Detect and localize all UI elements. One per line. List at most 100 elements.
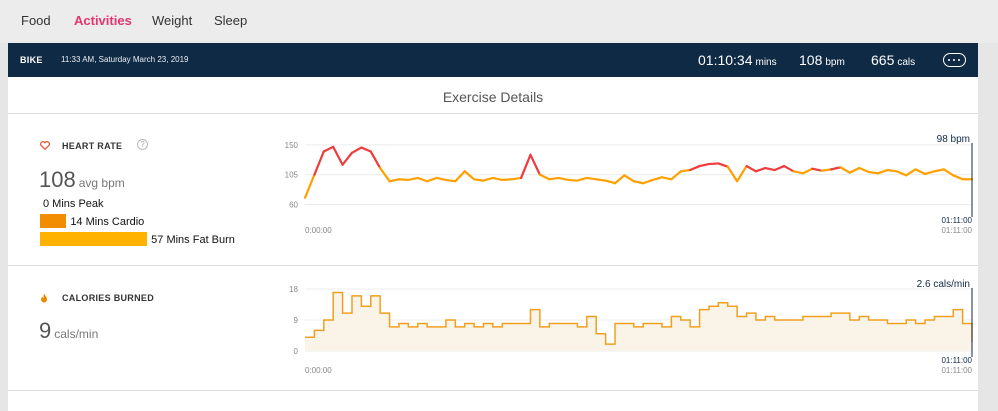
cursor-readout: 2.6 cals/min	[917, 279, 970, 290]
heart-rate-segment	[595, 178, 607, 182]
heart-rate-segment	[360, 146, 372, 153]
heart-rate-segment	[426, 176, 438, 183]
calories-burned-label: CALORIES BURNED	[62, 293, 155, 303]
heart-rate-segment	[707, 162, 720, 166]
heart-rate-segment	[876, 168, 889, 175]
heart-rate-segment	[923, 170, 936, 176]
heart-rate-segment	[632, 180, 645, 185]
menu-dot	[958, 58, 960, 61]
heart-rate-segment	[510, 176, 523, 181]
heart-rate-value: 108	[799, 52, 823, 68]
heart-rate-segment	[670, 170, 682, 181]
heart-rate-segment	[848, 166, 861, 174]
zone-peak-label: 0 Mins Peak	[43, 198, 104, 210]
duration-value: 01:10:34	[698, 52, 753, 68]
calories-area	[305, 292, 972, 351]
calories-unit: cals	[897, 57, 916, 68]
duration-stat: 01:10:34 mins	[698, 52, 777, 68]
heart-rate-segment	[388, 178, 401, 183]
divider	[8, 390, 978, 391]
heart-rate-segment	[369, 150, 382, 170]
calories-rate-value: 9	[39, 318, 52, 343]
heart-rate-segment	[463, 170, 476, 181]
heart-rate-segment	[679, 168, 692, 173]
heart-rate-segment	[454, 170, 466, 183]
heart-rate-segment	[764, 166, 776, 172]
x-end-label: 01:11:00	[941, 226, 972, 235]
avg-heart-rate-unit: avg bpm	[78, 176, 125, 190]
heart-rate-segment	[698, 162, 711, 168]
divider	[8, 265, 978, 266]
heart-rate-segment	[820, 168, 833, 172]
heart-rate-segment	[736, 164, 748, 183]
heart-rate-segment	[613, 174, 626, 185]
heart-rate-segment	[651, 176, 664, 182]
heart-rate-segment	[801, 167, 814, 175]
zone-fat-burn-bar	[40, 232, 148, 246]
heart-rate-segment	[472, 178, 485, 182]
calories-chart[interactable]: 18 9 0 2.6 cals/min 01:11:00 0:00:00 01:11:00	[270, 275, 978, 381]
heart-rate-segment	[867, 170, 880, 175]
heart-rate-segment	[914, 168, 927, 176]
cursor-readout: 98 bpm	[937, 134, 970, 145]
exercise-header-bar: BIKE 11:33 AM, Saturday March 23, 2019 0…	[8, 43, 978, 77]
heart-rate-label: HEART RATE	[62, 141, 123, 151]
help-icon[interactable]: ?	[137, 139, 148, 150]
heart-rate-segment	[792, 170, 805, 175]
calories-rate: 9 cals/min	[39, 318, 98, 344]
avg-heart-rate: 108 avg bpm	[39, 167, 125, 193]
duration-unit: mins	[755, 57, 777, 68]
heart-rate-segment	[491, 176, 504, 182]
zone-cardio-bar	[40, 214, 67, 228]
tab-activities[interactable]: Activities	[74, 13, 132, 28]
menu-dot	[953, 58, 955, 61]
heart-rate-segment	[839, 166, 851, 174]
heart-rate-chart[interactable]: 150 105 60 98 bpm 01:11:00 0:00:00 01:11:00	[270, 131, 978, 241]
section-title: Exercise Details	[442, 89, 544, 105]
heart-rate-segment	[313, 150, 325, 176]
heart-rate-unit: bpm	[825, 57, 845, 68]
heart-rate-segment	[341, 151, 354, 166]
tab-weight[interactable]: Weight	[152, 13, 192, 28]
flame-icon	[41, 293, 47, 303]
heart-rate-segment	[754, 166, 767, 173]
heart-rate-segment	[829, 166, 842, 171]
heart-rate-segment	[773, 164, 786, 172]
heart-rate-segment	[689, 164, 701, 172]
y-tick-label: 60	[289, 200, 298, 209]
tab-sleep[interactable]: Sleep	[214, 13, 247, 28]
heart-rate-segment	[407, 176, 419, 182]
heart-rate-segment	[548, 176, 560, 181]
x-start-label: 0:00:00	[305, 366, 332, 375]
heart-rate-segment	[322, 145, 335, 153]
heart-rate-segment	[623, 174, 635, 183]
heart-rate-segment	[557, 176, 570, 182]
heart-rate-stat: 108 bpm	[799, 52, 845, 68]
y-tick-label: 150	[285, 141, 299, 150]
heart-rate-segment	[416, 176, 429, 183]
tab-food[interactable]: Food	[21, 13, 51, 28]
x-end-label: 01:11:00	[941, 366, 972, 375]
heart-rate-segment	[745, 164, 758, 173]
heart-rate-segment	[435, 176, 448, 182]
activity-type: BIKE	[20, 55, 43, 65]
heart-rate-segment	[576, 176, 588, 182]
heart-rate-segment	[529, 153, 541, 176]
heart-rate-segment	[726, 165, 739, 183]
calories-stat: 665 cals	[871, 52, 915, 68]
y-tick-label: 0	[294, 347, 299, 356]
avg-heart-rate-value: 108	[39, 167, 76, 192]
heart-rate-segment	[482, 176, 494, 182]
heart-icon	[40, 141, 50, 150]
heart-rate-segment	[811, 167, 823, 172]
more-dots-icon[interactable]	[943, 53, 966, 67]
activity-timestamp: 11:33 AM, Saturday March 23, 2019	[61, 55, 189, 64]
heart-rate-segment	[538, 173, 551, 181]
heart-rate-segment	[886, 168, 898, 173]
zone-fat-burn-label: 57 Mins Fat Burn	[151, 234, 235, 246]
calories-value: 665	[871, 52, 895, 68]
heart-rate-segment	[397, 178, 410, 182]
heart-rate-segment	[660, 176, 673, 181]
heart-rate-segment	[642, 178, 654, 185]
heart-rate-segment	[303, 173, 316, 199]
